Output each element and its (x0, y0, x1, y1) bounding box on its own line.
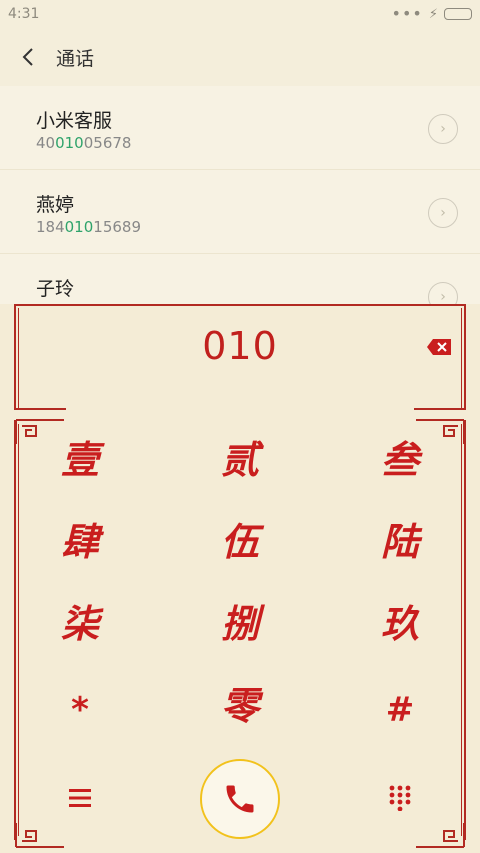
contact-number: 18401015689 (36, 218, 141, 236)
contact-name: 小米客服 (36, 110, 113, 132)
ornament-corner-bottom-left (15, 823, 64, 848)
key-star[interactable]: * (20, 675, 140, 745)
call-button[interactable] (200, 759, 280, 839)
contact-detail-button[interactable]: › (428, 198, 458, 228)
backspace-button[interactable] (426, 338, 452, 356)
top-bar: 通话 (0, 28, 480, 86)
contact-result[interactable]: 燕婷 18401015689 › (0, 170, 480, 254)
contact-result[interactable]: 子玲 › (0, 254, 480, 306)
contact-results-list: 小米客服 4001005678 › 燕婷 18401015689 › 子玲 › (0, 86, 480, 306)
menu-button[interactable] (60, 778, 100, 818)
frame-ornament-right (414, 408, 466, 410)
key-hash[interactable]: # (340, 675, 460, 745)
frame-top-line (14, 304, 466, 306)
more-dots-icon: ••• (391, 4, 423, 23)
key-0[interactable]: 零 (180, 667, 300, 737)
status-icons: ••• ⚡ (391, 4, 472, 23)
contact-detail-button[interactable]: › (428, 282, 458, 306)
chevron-right-icon: › (440, 289, 446, 305)
back-button[interactable] (4, 28, 52, 86)
ornament-corner-bottom-right (416, 823, 465, 848)
key-1[interactable]: 壹 (20, 421, 140, 491)
key-9[interactable]: 玖 (340, 585, 460, 655)
dialpad: 010 壹 贰 叁 肆 伍 陆 柒 捌 玖 * 零 # (0, 304, 480, 853)
menu-icon (69, 789, 91, 807)
frame-left-lower (14, 420, 16, 840)
dialed-number: 010 (202, 324, 278, 368)
frame-ornament-left (14, 408, 66, 410)
contact-result[interactable]: 小米客服 4001005678 › (0, 86, 480, 170)
contact-detail-button[interactable]: › (428, 114, 458, 144)
chevron-right-icon: › (440, 205, 446, 221)
key-8[interactable]: 捌 (180, 585, 300, 655)
contact-name: 燕婷 (36, 194, 75, 216)
page-title: 通话 (56, 47, 95, 70)
contact-number: 4001005678 (36, 134, 132, 152)
frame-left-lower-inner (18, 424, 19, 836)
keypad-icon (389, 785, 411, 811)
phone-icon (226, 785, 254, 813)
key-5[interactable]: 伍 (180, 503, 300, 573)
charging-icon: ⚡ (428, 6, 438, 22)
keypad-toggle-button[interactable] (380, 778, 420, 818)
status-bar: 4:31 ••• ⚡ (0, 0, 480, 28)
key-2[interactable]: 贰 (180, 421, 300, 491)
backspace-icon (427, 339, 451, 355)
status-time: 4:31 (8, 6, 40, 22)
key-4[interactable]: 肆 (20, 503, 140, 573)
key-3[interactable]: 叁 (340, 421, 460, 491)
battery-icon (444, 8, 472, 20)
key-7[interactable]: 柒 (20, 585, 140, 655)
frame-right-lower-inner (461, 424, 462, 836)
chevron-left-icon (22, 48, 33, 66)
contact-name: 子玲 (36, 278, 75, 300)
chevron-right-icon: › (440, 121, 446, 137)
frame-right-lower (464, 420, 466, 840)
key-6[interactable]: 陆 (340, 503, 460, 573)
